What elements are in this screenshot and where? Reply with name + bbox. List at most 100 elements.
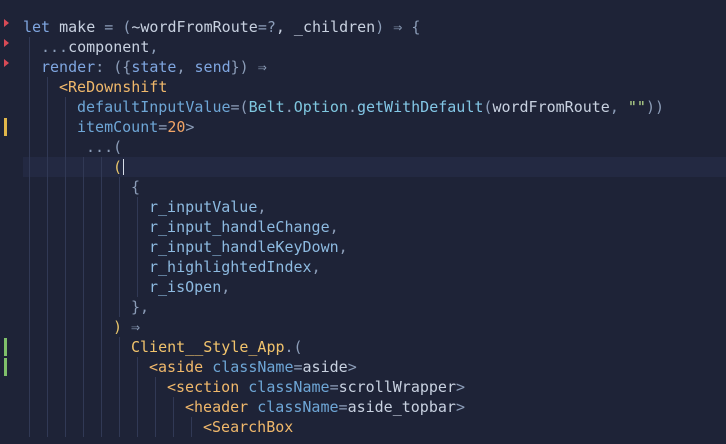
code-token: Belt <box>248 98 285 116</box>
code-line[interactable]: r_highlightedIndex, <box>23 257 726 277</box>
code-line[interactable]: r_input_handleKeyDown, <box>23 237 726 257</box>
code-line[interactable]: { <box>23 177 726 197</box>
code-line[interactable]: ...( <box>23 137 726 157</box>
code-line-content: r_isOpen, <box>149 278 230 296</box>
indent-guide <box>29 337 30 357</box>
code-token: r_isOpen <box>149 278 222 296</box>
code-line[interactable]: <aside className=aside> <box>23 357 726 377</box>
code-line[interactable]: r_input_handleChange, <box>23 217 726 237</box>
code-token: className <box>257 398 339 416</box>
code-token: =( <box>230 98 249 116</box>
indent-guide <box>119 377 120 397</box>
indent-guide <box>83 357 84 377</box>
code-line-content: defaultInputValue=(Belt.Option.getWithDe… <box>77 98 664 116</box>
fold-arrow-icon[interactable] <box>4 39 9 47</box>
code-line-content: <SearchBox <box>203 418 293 436</box>
code-editor[interactable]: let make = (~wordFromRoute=?, _children)… <box>0 0 726 444</box>
indent-guide <box>137 417 138 437</box>
code-line[interactable]: ( <box>23 157 726 177</box>
indent-guide <box>65 277 66 297</box>
indent-guide <box>119 257 120 277</box>
editor-gutter <box>0 0 14 444</box>
code-token: getWithDefault <box>356 98 484 116</box>
code-token: , <box>149 38 159 56</box>
code-token: make <box>59 18 105 36</box>
code-line[interactable]: ...component, <box>23 37 726 57</box>
code-token: { <box>131 178 141 196</box>
code-token: scrollWrapper <box>338 378 456 396</box>
indent-guide <box>119 237 120 257</box>
code-token: state <box>131 58 177 76</box>
code-token: <ReDownshift <box>59 78 168 96</box>
code-line[interactable]: defaultInputValue=(Belt.Option.getWithDe… <box>23 97 726 117</box>
code-token: ( <box>113 158 123 176</box>
indent-guide <box>47 97 48 117</box>
indent-guide <box>101 317 102 337</box>
indent-guide <box>83 177 84 197</box>
code-line[interactable]: <header className=aside_topbar> <box>23 397 726 417</box>
code-line[interactable]: Client__Style_App.( <box>23 337 726 357</box>
code-token: <SearchBox <box>203 418 294 436</box>
indent-guide <box>65 197 66 217</box>
code-token: > <box>185 118 195 136</box>
indent-guide <box>119 177 120 197</box>
indent-guide <box>101 417 102 437</box>
indent-guide <box>65 317 66 337</box>
indent-guide <box>29 177 30 197</box>
indent-guide <box>65 337 66 357</box>
code-line[interactable]: }, <box>23 297 726 317</box>
code-line[interactable]: r_isOpen, <box>23 277 726 297</box>
fold-arrow-icon[interactable] <box>4 59 9 67</box>
indent-guide <box>191 417 192 437</box>
code-token: }, <box>131 298 150 316</box>
indent-guide <box>137 397 138 417</box>
code-token: ) ⇒ { <box>375 18 421 36</box>
indent-guide <box>101 377 102 397</box>
indent-guide <box>119 397 120 417</box>
fold-arrow-icon[interactable] <box>4 19 9 27</box>
code-line-content: ...( <box>77 138 122 156</box>
indent-guide <box>29 237 30 257</box>
code-token: > <box>456 378 466 396</box>
code-area[interactable]: let make = (~wordFromRoute=?, _children)… <box>23 17 726 437</box>
indent-guide <box>101 277 102 297</box>
code-line[interactable]: itemCount=20> <box>23 117 726 137</box>
code-line[interactable]: <ReDownshift <box>23 77 726 97</box>
indent-guide <box>29 77 30 97</box>
code-line-content: <header className=aside_topbar> <box>185 398 465 416</box>
code-token: : ({ <box>95 58 132 76</box>
code-line-content: itemCount=20> <box>77 118 194 136</box>
code-line-content: r_input_handleKeyDown, <box>149 238 348 256</box>
indent-guide <box>29 217 30 237</box>
code-line[interactable]: ) ⇒ <box>23 317 726 337</box>
indent-guide <box>47 77 48 97</box>
code-line[interactable]: <section className=scrollWrapper> <box>23 377 726 397</box>
indent-guide <box>155 397 156 417</box>
code-line[interactable]: <SearchBox <box>23 417 726 437</box>
code-token: .( <box>284 338 303 356</box>
code-token: = <box>158 118 168 136</box>
indent-guide <box>47 397 48 417</box>
indent-guide <box>83 297 84 317</box>
indent-guide <box>29 417 30 437</box>
code-token: <header <box>185 398 258 416</box>
code-line[interactable]: render: ({state, send}) ⇒ <box>23 57 726 77</box>
code-line-content: <section className=scrollWrapper> <box>167 378 465 396</box>
indent-guide <box>65 117 66 137</box>
code-token: r_inputValue <box>149 198 258 216</box>
code-line-content: { <box>131 178 140 196</box>
code-line[interactable]: let make = (~wordFromRoute=?, _children)… <box>23 17 726 37</box>
code-token: , <box>338 238 348 256</box>
indent-guide <box>47 377 48 397</box>
indent-guide <box>29 97 30 117</box>
indent-guide <box>47 117 48 137</box>
indent-guide <box>83 317 84 337</box>
indent-guide <box>83 417 84 437</box>
code-line[interactable]: r_inputValue, <box>23 197 726 217</box>
indent-guide <box>137 197 138 217</box>
indent-guide <box>47 257 48 277</box>
indent-guide <box>119 337 120 357</box>
code-token: , _children <box>275 18 376 36</box>
indent-guide <box>119 357 120 377</box>
code-token: "" <box>627 98 646 116</box>
